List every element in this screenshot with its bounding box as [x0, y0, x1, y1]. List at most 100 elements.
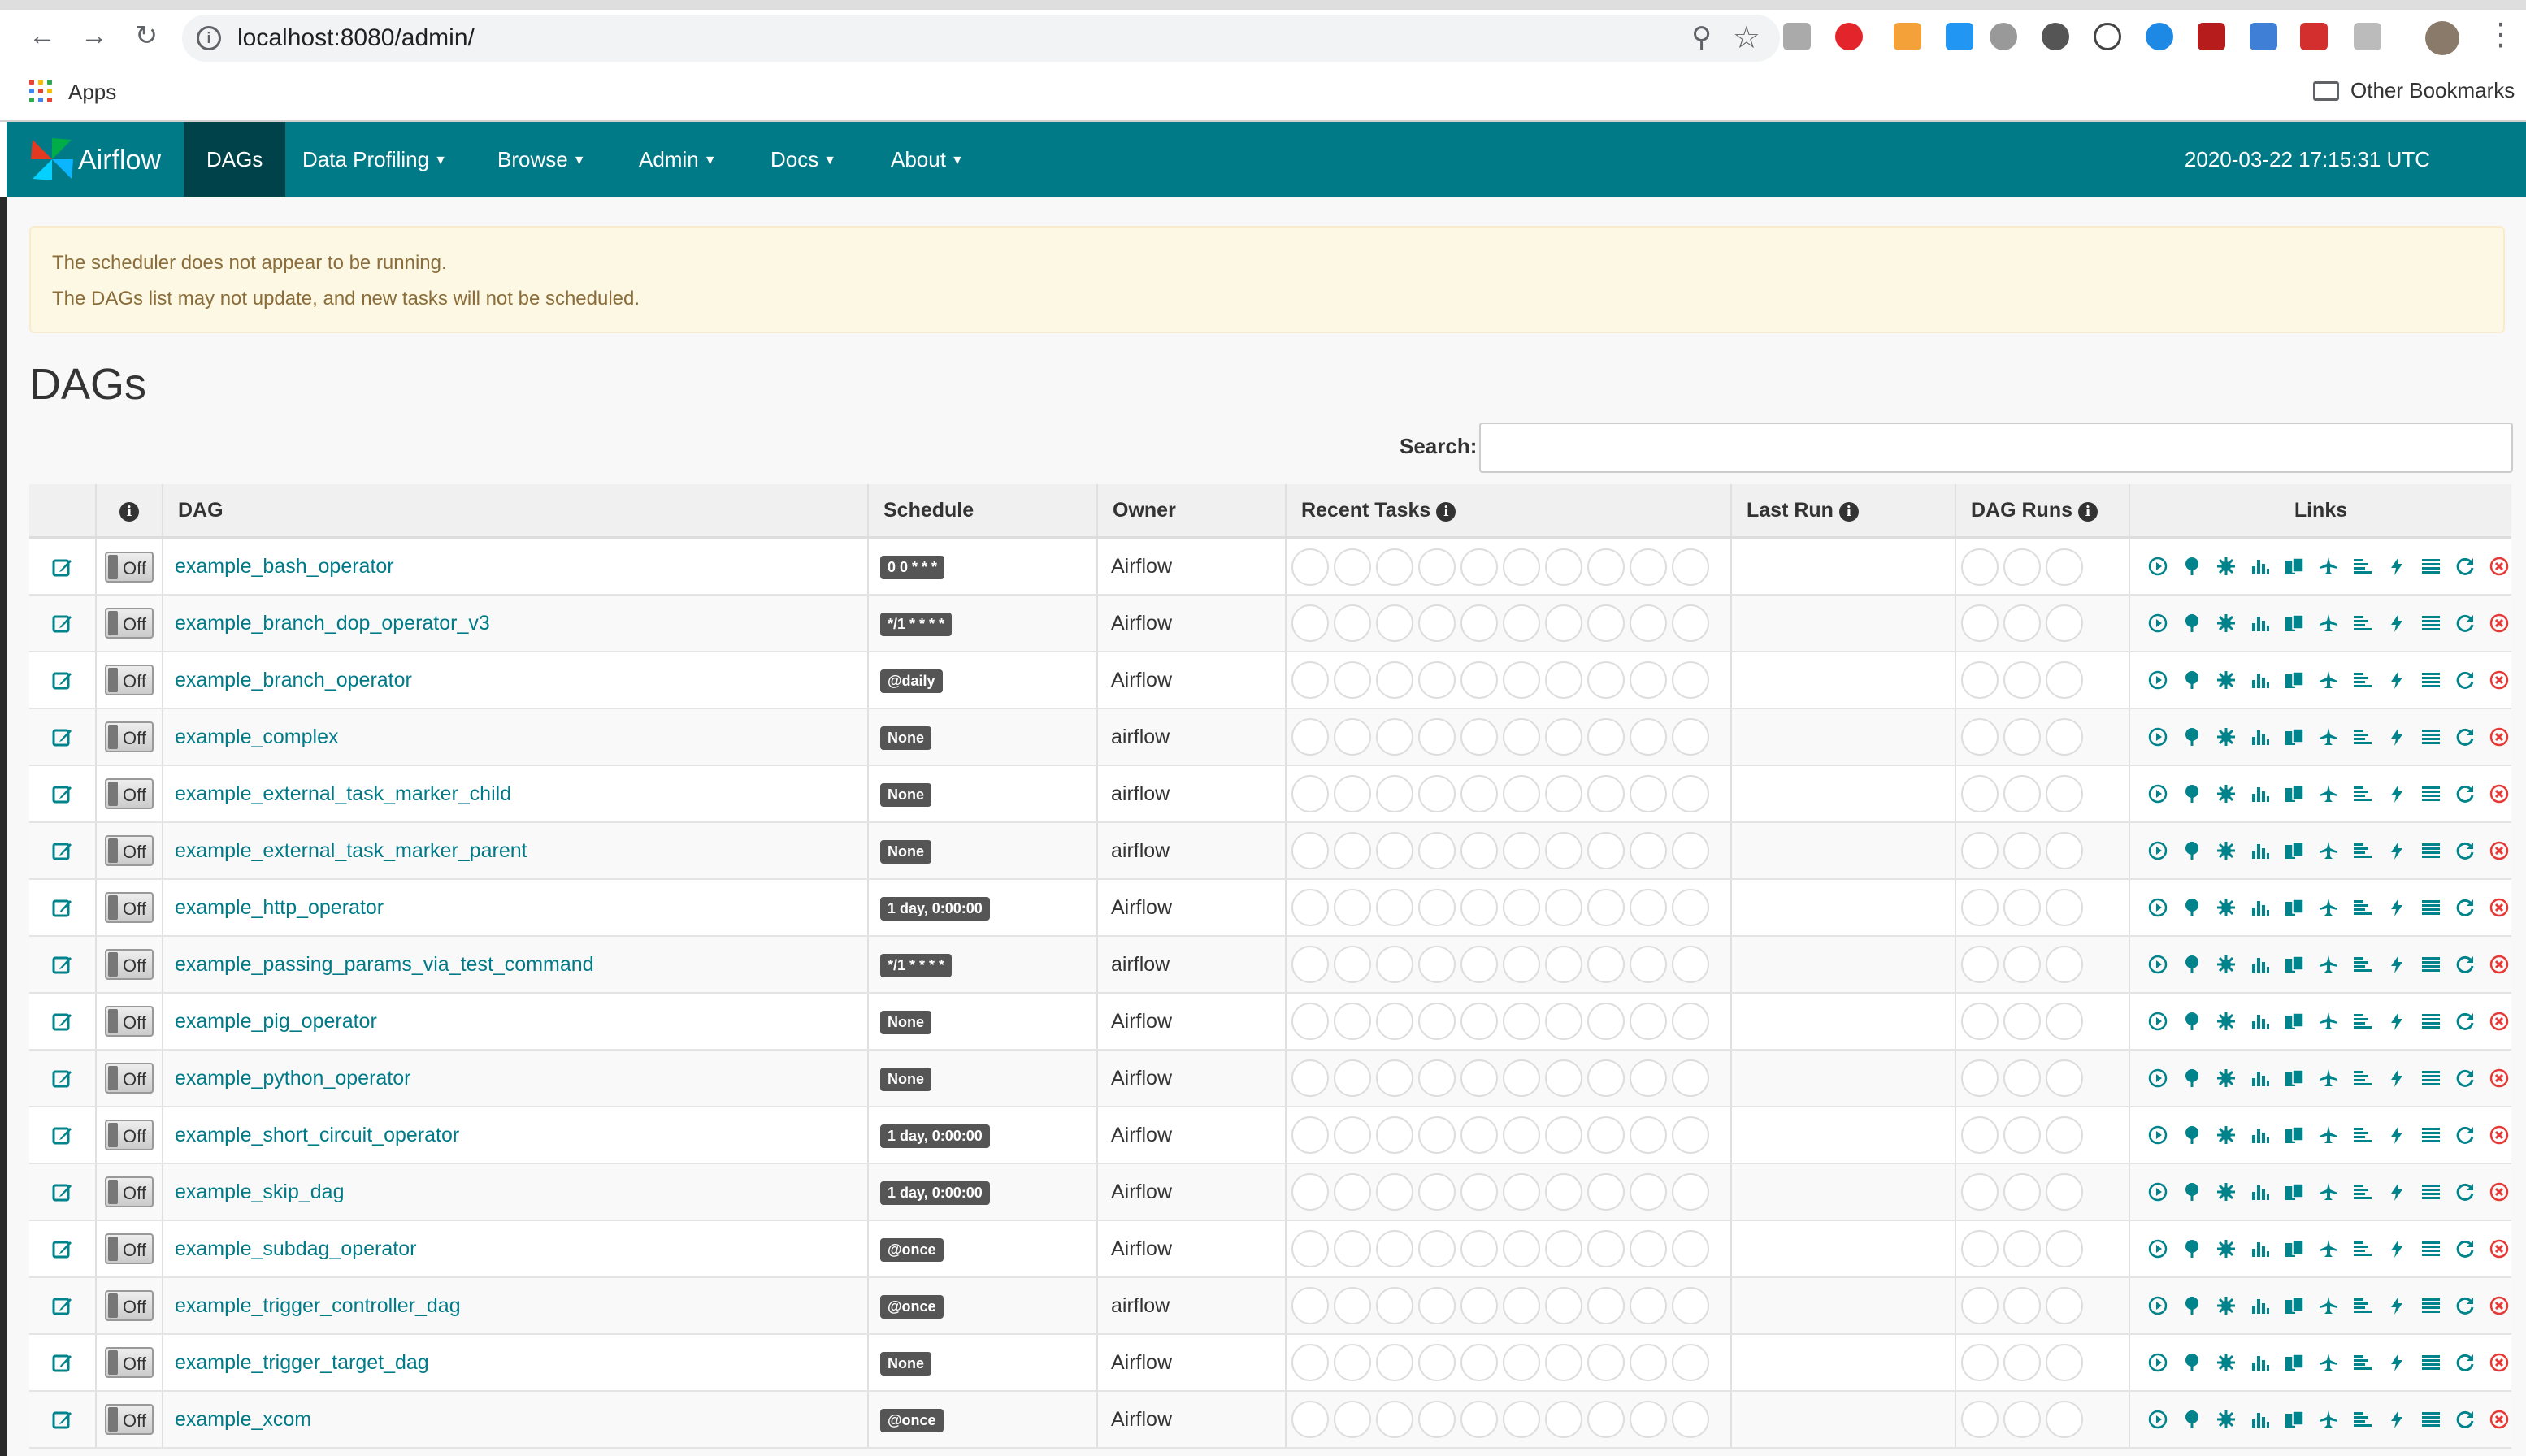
dag-run-state-circle[interactable]: [2046, 946, 2083, 983]
gantt-icon[interactable]: [2353, 557, 2372, 578]
dag-link[interactable]: example_passing_params_via_test_command: [163, 953, 594, 976]
task-state-circle[interactable]: [1291, 1344, 1329, 1381]
task-state-circle[interactable]: [1545, 1287, 1582, 1324]
dag-run-state-circle[interactable]: [1961, 718, 1999, 756]
task-state-circle[interactable]: [1460, 889, 1498, 926]
delete-icon[interactable]: [2489, 784, 2509, 805]
task-state-circle[interactable]: [1587, 1116, 1625, 1154]
task-state-circle[interactable]: [1376, 1060, 1413, 1097]
task-state-circle[interactable]: [1376, 661, 1413, 699]
logs-icon[interactable]: [2421, 784, 2441, 805]
trigger-dag-icon[interactable]: [2148, 1239, 2168, 1260]
task-state-circle[interactable]: [1376, 775, 1413, 812]
task-state-circle[interactable]: [1418, 661, 1456, 699]
task-state-circle[interactable]: [1503, 832, 1540, 869]
code-view-icon[interactable]: [2387, 670, 2407, 691]
task-state-circle[interactable]: [1545, 1116, 1582, 1154]
task-state-circle[interactable]: [1460, 1003, 1498, 1040]
tasks-duration-icon[interactable]: [2250, 1125, 2270, 1146]
gantt-icon[interactable]: [2353, 1353, 2372, 1374]
logs-icon[interactable]: [2421, 841, 2441, 862]
task-state-circle[interactable]: [1503, 1173, 1540, 1211]
dag-run-state-circle[interactable]: [1961, 832, 1999, 869]
code-view-icon[interactable]: [2387, 1012, 2407, 1033]
code-view-icon[interactable]: [2387, 1296, 2407, 1317]
landing-times-icon[interactable]: [2319, 1182, 2338, 1203]
task-state-circle[interactable]: [1545, 1003, 1582, 1040]
graph-view-icon[interactable]: [2216, 1182, 2236, 1203]
extension-icon[interactable]: [2354, 23, 2381, 50]
edit-icon[interactable]: [51, 1294, 74, 1317]
trigger-dag-icon[interactable]: [2148, 955, 2168, 976]
task-state-circle[interactable]: [1587, 548, 1625, 586]
refresh-icon[interactable]: [2455, 1353, 2475, 1374]
task-state-circle[interactable]: [1630, 1287, 1667, 1324]
task-state-circle[interactable]: [1334, 548, 1371, 586]
task-state-circle[interactable]: [1334, 1060, 1371, 1097]
dag-run-state-circle[interactable]: [1961, 946, 1999, 983]
search-input[interactable]: [1479, 422, 2513, 473]
refresh-icon[interactable]: [2455, 1125, 2475, 1146]
gantt-icon[interactable]: [2353, 727, 2372, 748]
task-state-circle[interactable]: [1630, 1003, 1667, 1040]
tree-view-icon[interactable]: [2182, 898, 2202, 919]
task-state-circle[interactable]: [1376, 946, 1413, 983]
code-view-icon[interactable]: [2387, 784, 2407, 805]
edit-icon[interactable]: [51, 726, 74, 748]
dag-run-state-circle[interactable]: [2003, 1230, 2041, 1268]
tasks-duration-icon[interactable]: [2250, 1182, 2270, 1203]
task-state-circle[interactable]: [1503, 1060, 1540, 1097]
task-state-circle[interactable]: [1630, 1344, 1667, 1381]
tasks-duration-icon[interactable]: [2250, 557, 2270, 578]
code-view-icon[interactable]: [2387, 557, 2407, 578]
task-state-circle[interactable]: [1418, 1116, 1456, 1154]
task-state-circle[interactable]: [1672, 1060, 1709, 1097]
dag-run-state-circle[interactable]: [2046, 661, 2083, 699]
delete-icon[interactable]: [2489, 1182, 2509, 1203]
landing-times-icon[interactable]: [2319, 1296, 2338, 1317]
task-state-circle[interactable]: [1418, 1287, 1456, 1324]
graph-view-icon[interactable]: [2216, 613, 2236, 635]
task-state-circle[interactable]: [1291, 604, 1329, 642]
task-state-circle[interactable]: [1672, 1344, 1709, 1381]
dag-run-state-circle[interactable]: [2003, 718, 2041, 756]
task-tries-icon[interactable]: [2285, 1068, 2304, 1090]
dag-pause-toggle[interactable]: Off: [105, 949, 154, 980]
dag-run-state-circle[interactable]: [1961, 1003, 1999, 1040]
dag-run-state-circle[interactable]: [1961, 1344, 1999, 1381]
task-state-circle[interactable]: [1291, 832, 1329, 869]
task-state-circle[interactable]: [1334, 1173, 1371, 1211]
graph-view-icon[interactable]: [2216, 557, 2236, 578]
trigger-dag-icon[interactable]: [2148, 898, 2168, 919]
code-view-icon[interactable]: [2387, 1182, 2407, 1203]
task-state-circle[interactable]: [1418, 1173, 1456, 1211]
col-owner[interactable]: Owner: [1097, 484, 1287, 540]
tree-view-icon[interactable]: [2182, 1239, 2202, 1260]
trigger-dag-icon[interactable]: [2148, 613, 2168, 635]
dag-run-state-circle[interactable]: [1961, 775, 1999, 812]
code-view-icon[interactable]: [2387, 841, 2407, 862]
graph-view-icon[interactable]: [2216, 784, 2236, 805]
task-state-circle[interactable]: [1376, 1230, 1413, 1268]
task-state-circle[interactable]: [1545, 1401, 1582, 1438]
task-state-circle[interactable]: [1545, 889, 1582, 926]
tree-view-icon[interactable]: [2182, 727, 2202, 748]
task-state-circle[interactable]: [1587, 775, 1625, 812]
task-state-circle[interactable]: [1503, 1116, 1540, 1154]
dag-pause-toggle[interactable]: Off: [105, 551, 154, 583]
landing-times-icon[interactable]: [2319, 1125, 2338, 1146]
task-state-circle[interactable]: [1545, 1344, 1582, 1381]
task-state-circle[interactable]: [1334, 1287, 1371, 1324]
profile-avatar[interactable]: [2425, 21, 2459, 55]
edit-icon[interactable]: [51, 953, 74, 976]
task-tries-icon[interactable]: [2285, 841, 2304, 862]
task-tries-icon[interactable]: [2285, 898, 2304, 919]
task-state-circle[interactable]: [1630, 775, 1667, 812]
nav-docs[interactable]: Docs ▼: [770, 122, 836, 197]
info-icon[interactable]: i: [1436, 501, 1456, 522]
dag-run-state-circle[interactable]: [2046, 604, 2083, 642]
task-state-circle[interactable]: [1460, 1173, 1498, 1211]
gantt-icon[interactable]: [2353, 841, 2372, 862]
forward-icon[interactable]: →: [78, 20, 111, 52]
code-view-icon[interactable]: [2387, 1068, 2407, 1090]
